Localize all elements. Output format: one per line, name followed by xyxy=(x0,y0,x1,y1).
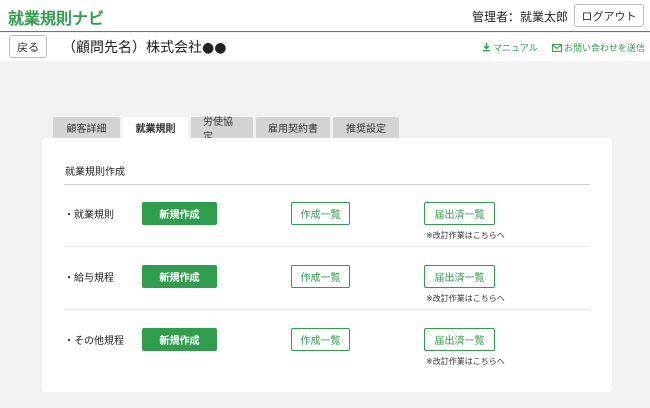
tab-work-rules[interactable]: 就業規則 xyxy=(123,117,188,138)
tab-employment-contract[interactable]: 雇用契約書 xyxy=(256,117,330,138)
row-label: ・その他規程 xyxy=(64,336,124,347)
created-list-button[interactable]: 作成一覧 xyxy=(291,202,350,225)
logout-button[interactable]: ログアウト xyxy=(574,4,644,27)
app-header: 就業規則ナビ 管理者：就業太郎 ログアウト xyxy=(0,0,650,32)
tab-customer-details[interactable]: 顧客詳細 xyxy=(53,117,120,138)
new-create-button[interactable]: 新規作成 xyxy=(142,202,217,225)
contact-link-label: お問い合わせを送信 xyxy=(564,44,646,54)
manual-link-label: マニュアル xyxy=(493,44,538,54)
manual-link[interactable]: マニュアル xyxy=(482,41,538,54)
filed-list-button[interactable]: 届出済一覧 xyxy=(424,202,495,225)
filed-list-button[interactable]: 届出済一覧 xyxy=(424,328,495,351)
revise-note: ※改訂作業はこちらへ xyxy=(426,231,505,240)
mail-icon xyxy=(552,43,562,52)
tab-labor-agreement[interactable]: 労使協定 xyxy=(191,117,253,143)
back-button[interactable]: 戻る xyxy=(9,35,47,58)
revise-note: ※改訂作業はこちらへ xyxy=(426,357,505,366)
rule-row-salary-rules: ・給与規程 新規作成 作成一覧 届出済一覧 ※改訂作業はこちらへ xyxy=(64,248,590,310)
admin-label: 管理者：就業太郎 xyxy=(472,10,569,24)
sub-header: 戻る （顧問先名）株式会社●● マニュアル お問い合わせを送信 xyxy=(0,33,650,61)
card-title: 就業規則作成 xyxy=(65,167,125,178)
filed-list-button[interactable]: 届出済一覧 xyxy=(424,265,495,288)
created-list-button[interactable]: 作成一覧 xyxy=(291,265,350,288)
tab-recommended-settings[interactable]: 推奨設定 xyxy=(333,117,399,138)
revise-note: ※改訂作業はこちらへ xyxy=(426,294,505,303)
created-list-button[interactable]: 作成一覧 xyxy=(291,328,350,351)
rule-row-other-rules: ・その他規程 新規作成 作成一覧 届出済一覧 ※改訂作業はこちらへ xyxy=(64,311,590,373)
work-rules-card: 就業規則作成 ・就業規則 新規作成 作成一覧 届出済一覧 ※改訂作業はこちらへ … xyxy=(42,138,612,392)
new-create-button[interactable]: 新規作成 xyxy=(142,265,217,288)
app-title[interactable]: 就業規則ナビ xyxy=(8,5,104,29)
tab-bar: 顧客詳細 就業規則 労使協定 雇用契約書 推奨設定 xyxy=(53,117,399,143)
row-label: ・給与規程 xyxy=(64,273,114,284)
rule-row-work-rules: ・就業規則 新規作成 作成一覧 届出済一覧 ※改訂作業はこちらへ xyxy=(64,185,590,247)
new-create-button[interactable]: 新規作成 xyxy=(142,328,217,351)
download-icon xyxy=(482,43,491,52)
contact-link[interactable]: お問い合わせを送信 xyxy=(552,41,645,54)
client-name: （顧問先名）株式会社●● xyxy=(62,40,227,56)
row-label: ・就業規則 xyxy=(64,210,114,221)
